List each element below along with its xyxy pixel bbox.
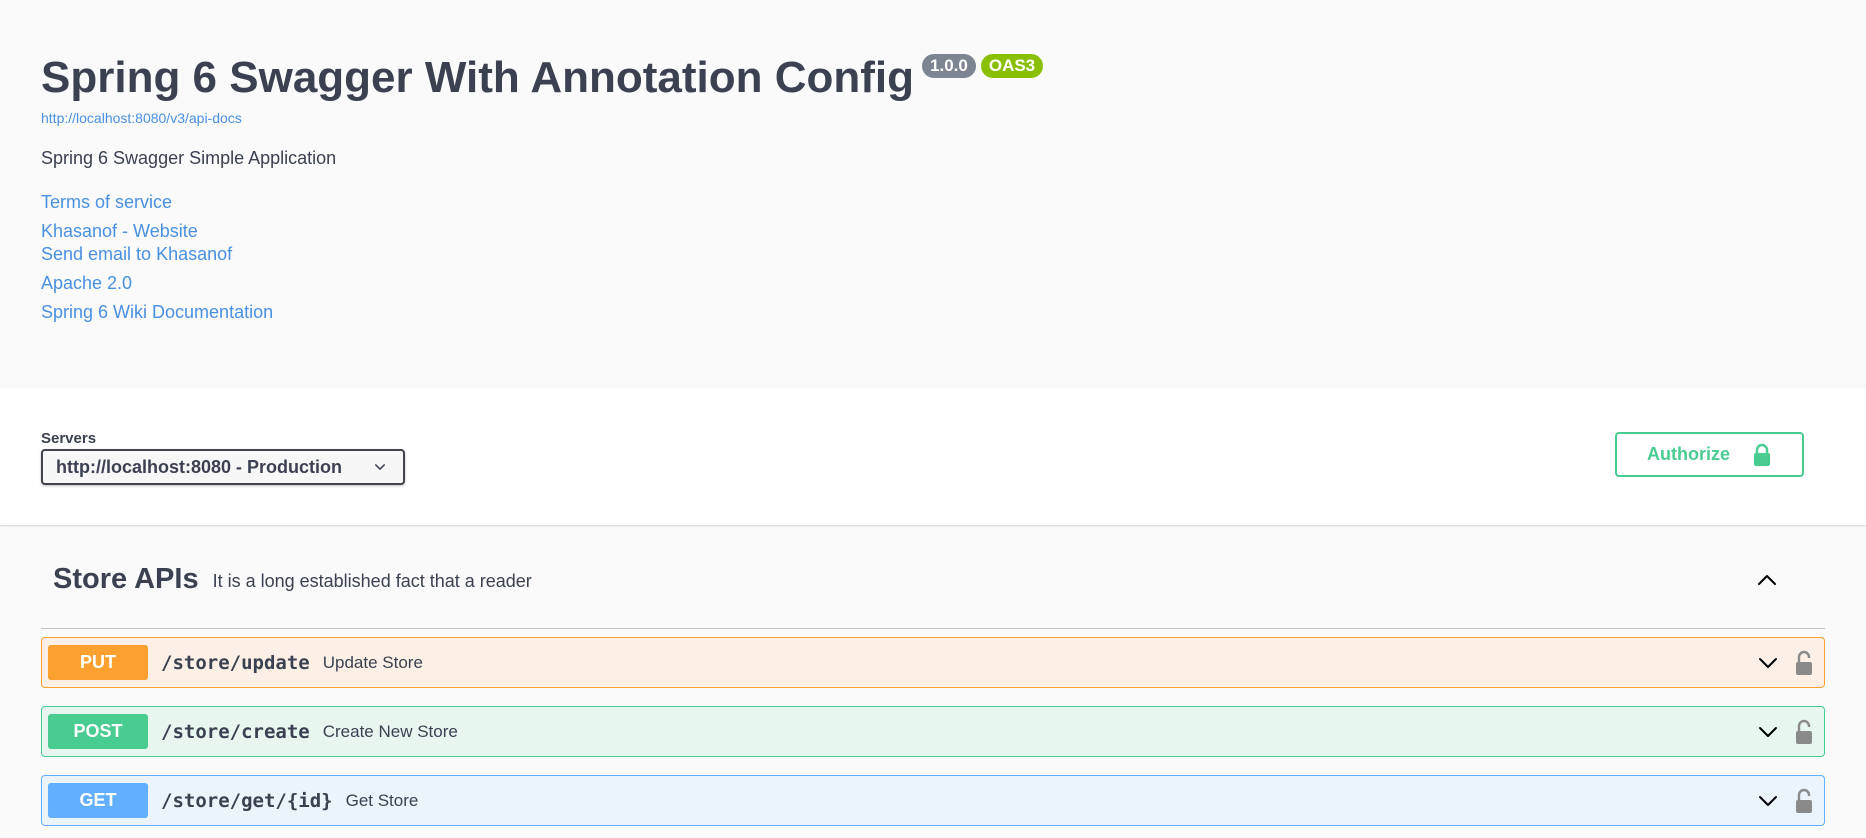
oas-badge: OAS3 [980,54,1044,78]
operation-get-store-get-id[interactable]: GET /store/get/{id} Get Store [41,775,1825,826]
chevron-down-icon[interactable] [1756,789,1780,813]
method-badge: GET [48,783,148,818]
lock-icon[interactable] [1794,719,1814,745]
version-badge: 1.0.0 [922,54,976,78]
operation-summary: Create New Store [322,721,458,741]
authorize-button[interactable]: Authorize [1615,432,1804,477]
lock-icon[interactable] [1794,650,1814,676]
chevron-up-icon[interactable] [1755,568,1779,592]
title-row: Spring 6 Swagger With Annotation Config … [41,50,1825,106]
info-section: Spring 6 Swagger With Annotation Config … [0,0,1866,388]
operation-put-store-update[interactable]: PUT /store/update Update Store [41,637,1825,688]
servers-label: Servers [41,430,97,447]
method-badge: PUT [48,645,148,680]
license-link[interactable]: Apache 2.0 [41,272,1825,295]
lock-icon[interactable] [1794,788,1814,814]
operation-path: /store/update [161,651,310,674]
authorize-label: Authorize [1647,444,1730,464]
operation-summary: Update Store [322,652,423,672]
operations-section: Store APIs It is a long established fact… [0,525,1866,826]
page-title: Spring 6 Swagger With Annotation Config [41,53,915,102]
contact-website-link[interactable]: Khasanof - Website [41,220,1825,243]
tag-header-store-apis[interactable]: Store APIs It is a long established fact… [41,525,1825,629]
operation-path: /store/get/{id} [161,789,333,812]
chevron-down-icon [375,464,385,470]
spec-url-link[interactable]: http://localhost:8080/v3/api-docs [41,110,1825,126]
contact-email-link[interactable]: Send email to Khasanof [41,243,1825,266]
api-description: Spring 6 Swagger Simple Application [41,148,337,168]
chevron-down-icon[interactable] [1756,651,1780,675]
chevron-down-icon[interactable] [1756,720,1780,744]
tag-description: It is a long established fact that a rea… [212,571,532,591]
server-select-value: http://localhost:8080 - Production [56,456,343,477]
method-badge: POST [48,714,148,749]
operation-summary: Get Store [345,790,419,810]
terms-of-service-link[interactable]: Terms of service [41,191,1825,214]
server-select[interactable]: http://localhost:8080 - Production [41,449,405,485]
info-links: Terms of service Khasanof - Website Send… [41,191,1825,324]
external-docs-link[interactable]: Spring 6 Wiki Documentation [41,301,1825,324]
scheme-container: Servers http://localhost:8080 - Producti… [0,388,1866,525]
operation-post-store-create[interactable]: POST /store/create Create New Store [41,706,1825,757]
operation-path: /store/create [161,720,310,743]
lock-icon [1754,443,1770,466]
tag-name: Store APIs [53,563,199,595]
